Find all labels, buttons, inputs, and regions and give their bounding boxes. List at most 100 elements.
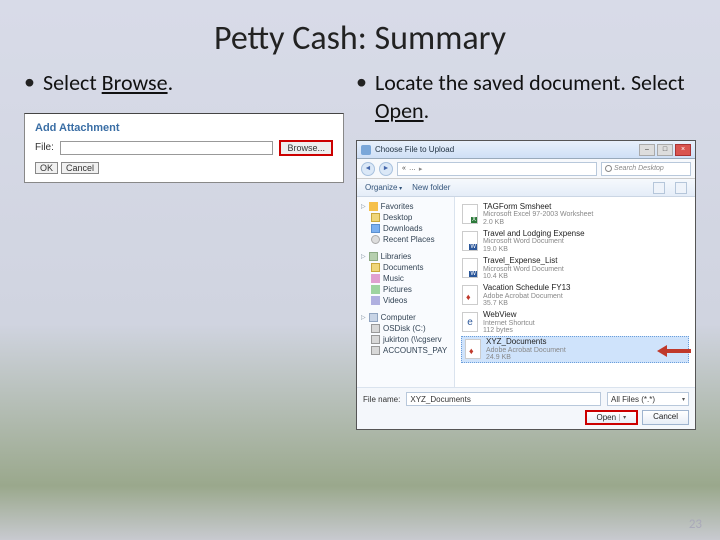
breadcrumb[interactable]: « … ▸ <box>397 162 597 176</box>
file-input[interactable] <box>60 141 274 155</box>
sidebar-item-netdrive1[interactable]: jukirton (\\cgserv <box>359 334 452 345</box>
file-type: Adobe Acrobat Document <box>483 293 570 300</box>
filename-label: File name: <box>363 395 400 404</box>
forward-button[interactable]: ► <box>379 162 393 176</box>
file-row[interactable]: Travel and Lodging ExpenseMicrosoft Word… <box>461 228 689 255</box>
file-list: TAGForm SmsheetMicrosoft Excel 97-2003 W… <box>455 197 695 387</box>
view-icon[interactable] <box>653 182 665 194</box>
shortcut-icon: e <box>461 311 479 333</box>
search-icon <box>605 165 612 172</box>
organize-menu[interactable]: Organize <box>365 183 402 192</box>
minimize-button[interactable]: – <box>639 144 655 156</box>
sidebar-item-documents[interactable]: Documents <box>359 262 452 273</box>
file-type: Microsoft Word Document <box>483 238 585 245</box>
picture-icon <box>371 285 380 294</box>
file-row[interactable]: Vacation Schedule FY13Adobe Acrobat Docu… <box>461 282 689 309</box>
right-bullet-suffix: . <box>424 97 430 124</box>
red-arrow-annotation <box>657 345 695 357</box>
right-column: • Locate the saved document. Select Open… <box>356 69 696 430</box>
folder-icon <box>371 263 380 272</box>
disk-icon <box>371 324 380 333</box>
file-type: Internet Shortcut <box>483 320 535 327</box>
dialog-cancel-button[interactable]: Cancel <box>642 410 689 425</box>
file-size: 24.9 KB <box>486 354 566 361</box>
file-name: TAGForm Smsheet <box>483 203 593 211</box>
open-button[interactable]: Open <box>585 410 639 425</box>
excel-icon <box>461 203 479 225</box>
right-bullet: • Locate the saved document. Select Open… <box>356 69 696 124</box>
file-name: WebView <box>483 311 535 319</box>
sidebar-item-downloads[interactable]: Downloads <box>359 223 452 234</box>
window-icon <box>361 145 371 155</box>
file-type: Microsoft Excel 97-2003 Worksheet <box>483 211 593 218</box>
word-icon <box>461 257 479 279</box>
sidebar-item-netdrive2[interactable]: ACCOUNTS_PAY <box>359 345 452 356</box>
ok-button[interactable]: OK <box>35 162 58 174</box>
pdf-icon <box>464 338 482 360</box>
file-size: 35.7 KB <box>483 300 570 307</box>
close-button[interactable]: × <box>675 144 691 156</box>
left-bullet: • Select Browse. <box>24 69 344 97</box>
left-bullet-prefix: Select <box>43 69 102 96</box>
file-row[interactable]: XYZ_DocumentsAdobe Acrobat Document24.9 … <box>461 336 689 363</box>
slide-title: Petty Cash: Summary <box>0 0 720 69</box>
sidebar-favorites-header[interactable]: ▷Favorites <box>359 201 452 212</box>
file-size: 112 bytes <box>483 327 535 334</box>
pdf-icon <box>461 284 479 306</box>
computer-icon <box>369 313 378 322</box>
search-input[interactable]: Search Desktop <box>601 162 691 176</box>
file-label: File: <box>35 142 54 153</box>
sidebar-item-osdisk[interactable]: OSDisk (C:) <box>359 323 452 334</box>
sidebar-item-videos[interactable]: Videos <box>359 295 452 306</box>
cancel-button[interactable]: Cancel <box>61 162 99 174</box>
file-meta: XYZ_DocumentsAdobe Acrobat Document24.9 … <box>486 338 566 361</box>
bullet-dot: • <box>24 69 35 95</box>
file-row[interactable]: TAGForm SmsheetMicrosoft Excel 97-2003 W… <box>461 201 689 228</box>
file-meta: Vacation Schedule FY13Adobe Acrobat Docu… <box>483 284 570 307</box>
help-icon[interactable] <box>675 182 687 194</box>
dialog-footer: File name: XYZ_Documents All Files (*.*)… <box>357 387 695 429</box>
right-bullet-prefix: Locate the saved document. Select <box>375 69 685 96</box>
star-icon <box>369 202 378 211</box>
add-attachment-panel: Add Attachment File: Browse... OK Cancel <box>24 113 344 183</box>
file-dialog: Choose File to Upload – □ × ◄ ► « … ▸ Se… <box>356 140 696 430</box>
bullet-dot: • <box>356 69 367 95</box>
maximize-button[interactable]: □ <box>657 144 673 156</box>
page-number: 23 <box>689 517 702 532</box>
library-icon <box>369 252 378 261</box>
sidebar-item-pictures[interactable]: Pictures <box>359 284 452 295</box>
file-filter-dropdown[interactable]: All Files (*.*) <box>607 392 689 406</box>
breadcrumb-seg: « <box>402 165 406 172</box>
left-bullet-underline: Browse <box>102 69 168 96</box>
folder-icon <box>371 213 380 222</box>
left-bullet-suffix: . <box>168 69 174 96</box>
file-meta: WebViewInternet Shortcut112 bytes <box>483 311 535 334</box>
right-bullet-underline: Open <box>375 97 424 124</box>
breadcrumb-sep: ▸ <box>419 165 423 173</box>
panel-header: Add Attachment <box>35 122 333 134</box>
file-name: Travel and Lodging Expense <box>483 230 585 238</box>
sidebar-item-desktop[interactable]: Desktop <box>359 212 452 223</box>
browse-button[interactable]: Browse... <box>279 140 333 156</box>
file-row[interactable]: Travel_Expense_ListMicrosoft Word Docume… <box>461 255 689 282</box>
back-button[interactable]: ◄ <box>361 162 375 176</box>
music-icon <box>371 274 380 283</box>
sidebar-computer-header[interactable]: ▷Computer <box>359 312 452 323</box>
breadcrumb-seg: … <box>409 165 416 172</box>
file-row[interactable]: eWebViewInternet Shortcut112 bytes <box>461 309 689 336</box>
file-meta: TAGForm SmsheetMicrosoft Excel 97-2003 W… <box>483 203 593 226</box>
sidebar-item-recent[interactable]: Recent Places <box>359 234 452 245</box>
window-chrome: Choose File to Upload – □ × <box>357 141 695 159</box>
search-placeholder: Search Desktop <box>614 165 664 172</box>
word-icon <box>461 230 479 252</box>
file-type: Adobe Acrobat Document <box>486 347 566 354</box>
clock-icon <box>371 235 380 244</box>
file-name: Vacation Schedule FY13 <box>483 284 570 292</box>
new-folder-button[interactable]: New folder <box>412 183 450 192</box>
file-size: 2.0 KB <box>483 219 593 226</box>
sidebar-item-music[interactable]: Music <box>359 273 452 284</box>
file-type: Microsoft Word Document <box>483 266 564 273</box>
disk-icon <box>371 335 380 344</box>
sidebar-libraries-header[interactable]: ▷Libraries <box>359 251 452 262</box>
filename-input[interactable]: XYZ_Documents <box>406 392 601 406</box>
